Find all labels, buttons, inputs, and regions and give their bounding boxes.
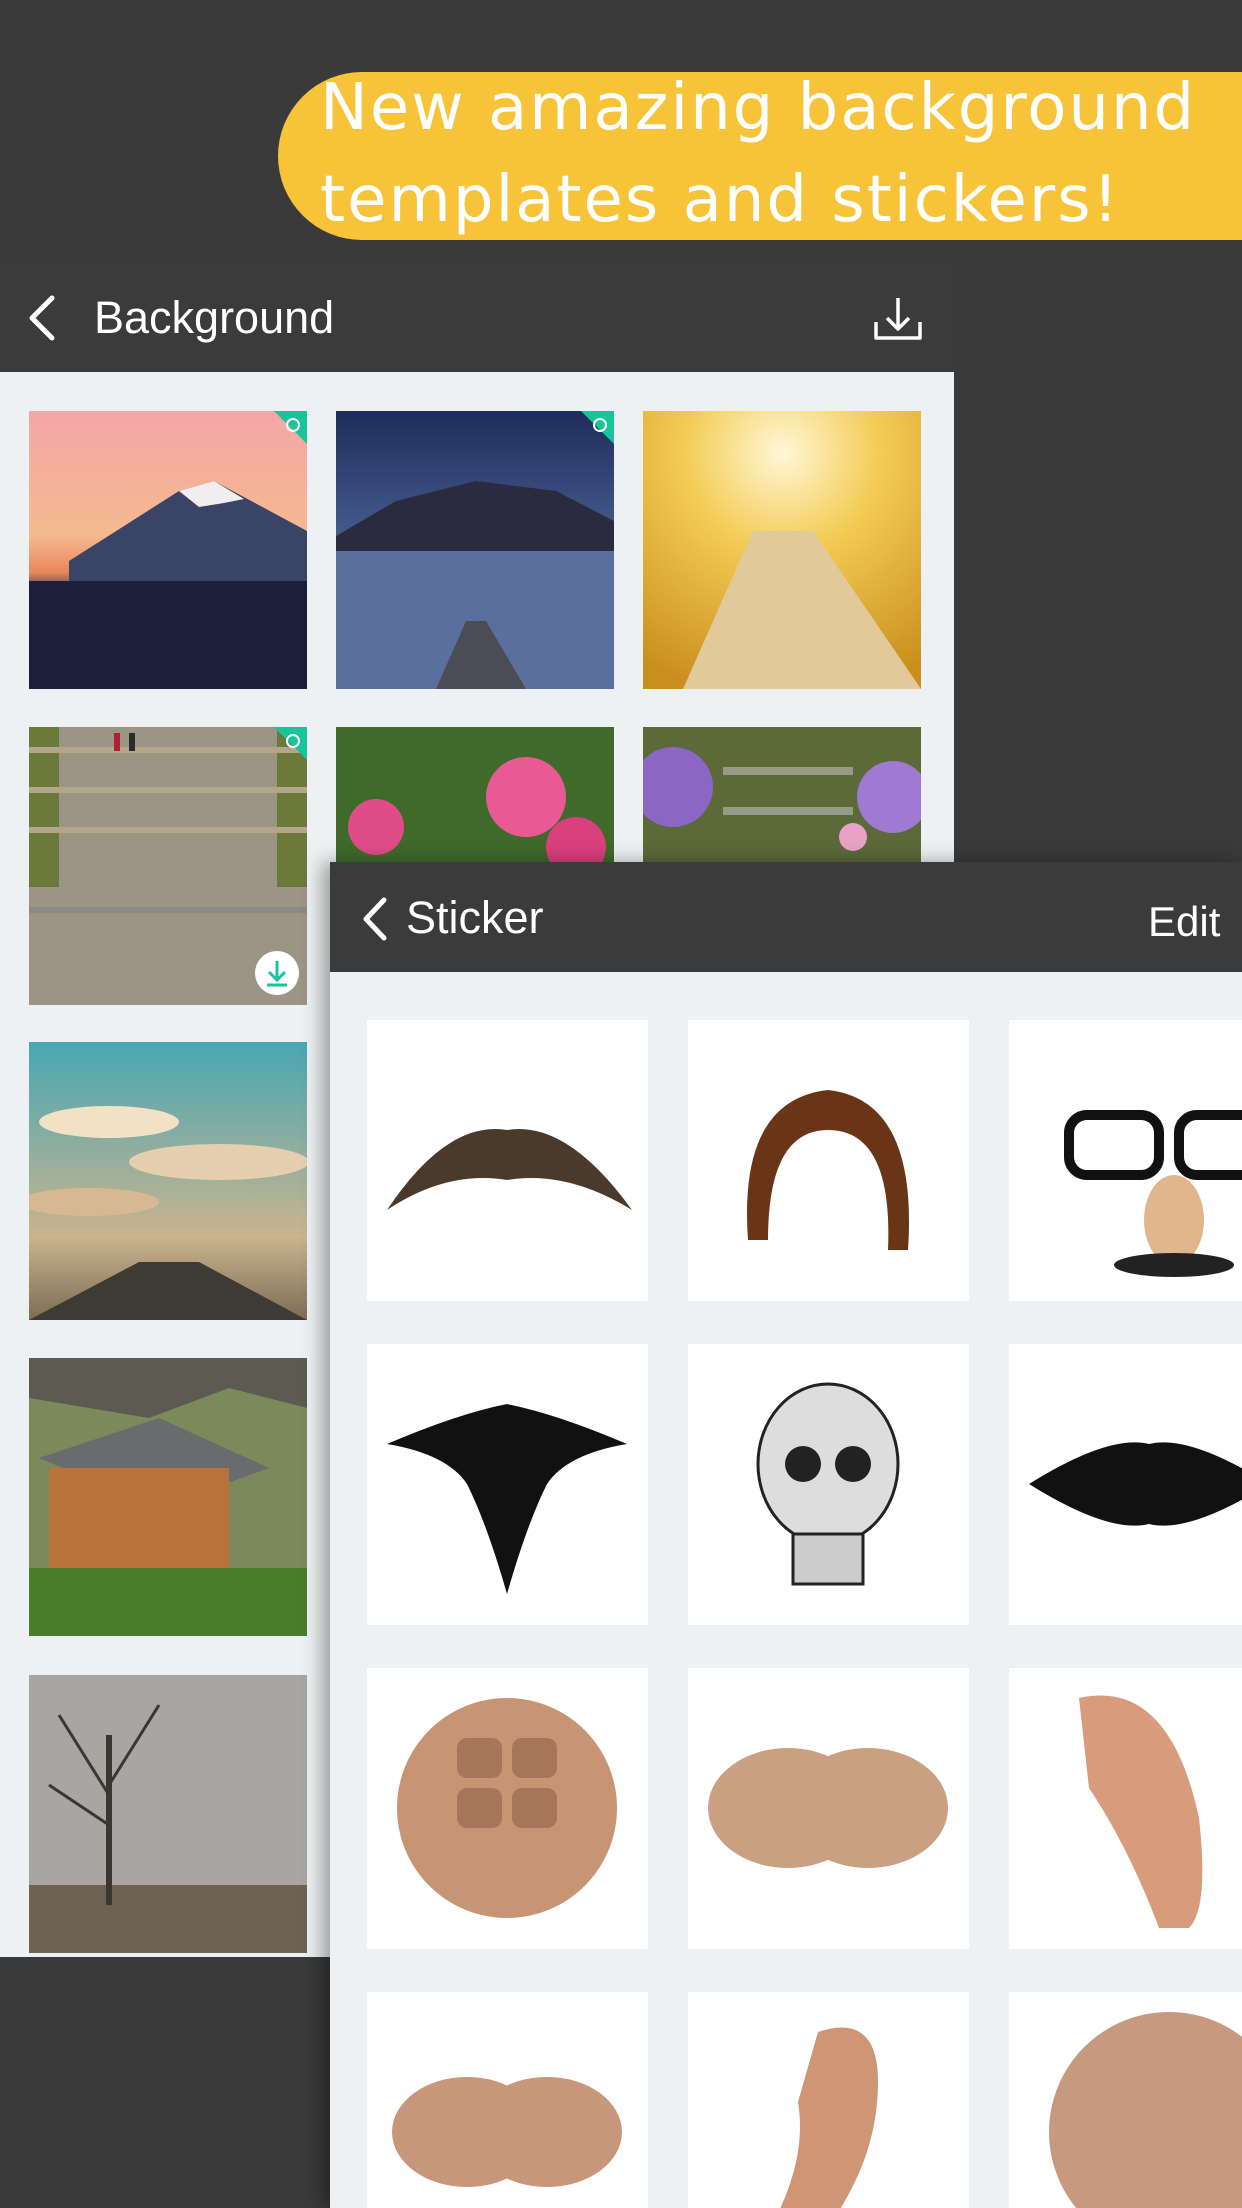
download-icon[interactable] [872,292,924,344]
sticker-arm-flex[interactable] [688,1992,969,2208]
background-tile-leaf-stone-steps[interactable] [29,727,307,1005]
background-tile-lake-pier-night[interactable] [336,411,614,689]
sticker-arm-bicep[interactable] [1009,1668,1242,1949]
background-title: Background [94,292,335,343]
background-tile-pier-clouds[interactable] [29,1042,307,1320]
sticker-grid [330,972,1242,2208]
chevron-left-icon[interactable] [26,294,56,342]
promo-line-2: templates and stickers! [320,163,1121,237]
sticker-header: Sticker Edit [330,862,1242,972]
chevron-left-icon[interactable] [360,896,388,942]
sticker-panel: Sticker Edit [330,862,1242,2208]
background-tile-autumn-forest-road[interactable] [643,411,921,689]
background-header: Background [0,262,954,372]
promo-line-1: New amazing background [320,71,1197,145]
sticker-abs-six-pack[interactable] [367,1668,648,1949]
sticker-abs-partial[interactable] [1009,1992,1242,2208]
background-tile-mountain-sunset[interactable] [29,411,307,689]
sticker-title: Sticker [406,892,544,943]
edit-button[interactable]: Edit [1148,896,1220,948]
sticker-chest-muscles[interactable] [688,1668,969,1949]
promo-text: New amazing background templates and sti… [320,62,1220,246]
sticker-tribal-tattoo-band[interactable] [1009,1344,1242,1625]
sticker-mustache-chevron[interactable] [367,1020,648,1301]
background-tile-foggy-tree[interactable] [29,1675,307,1953]
sticker-disguise-glasses[interactable] [1009,1020,1242,1301]
sticker-skull-tattoo[interactable] [688,1344,969,1625]
sticker-tribal-tattoo-dragon[interactable] [367,1344,648,1625]
sticker-mustache-horseshoe[interactable] [688,1020,969,1301]
sticker-chest-pecs[interactable] [367,1992,648,2208]
background-tile-log-cabin[interactable] [29,1358,307,1636]
